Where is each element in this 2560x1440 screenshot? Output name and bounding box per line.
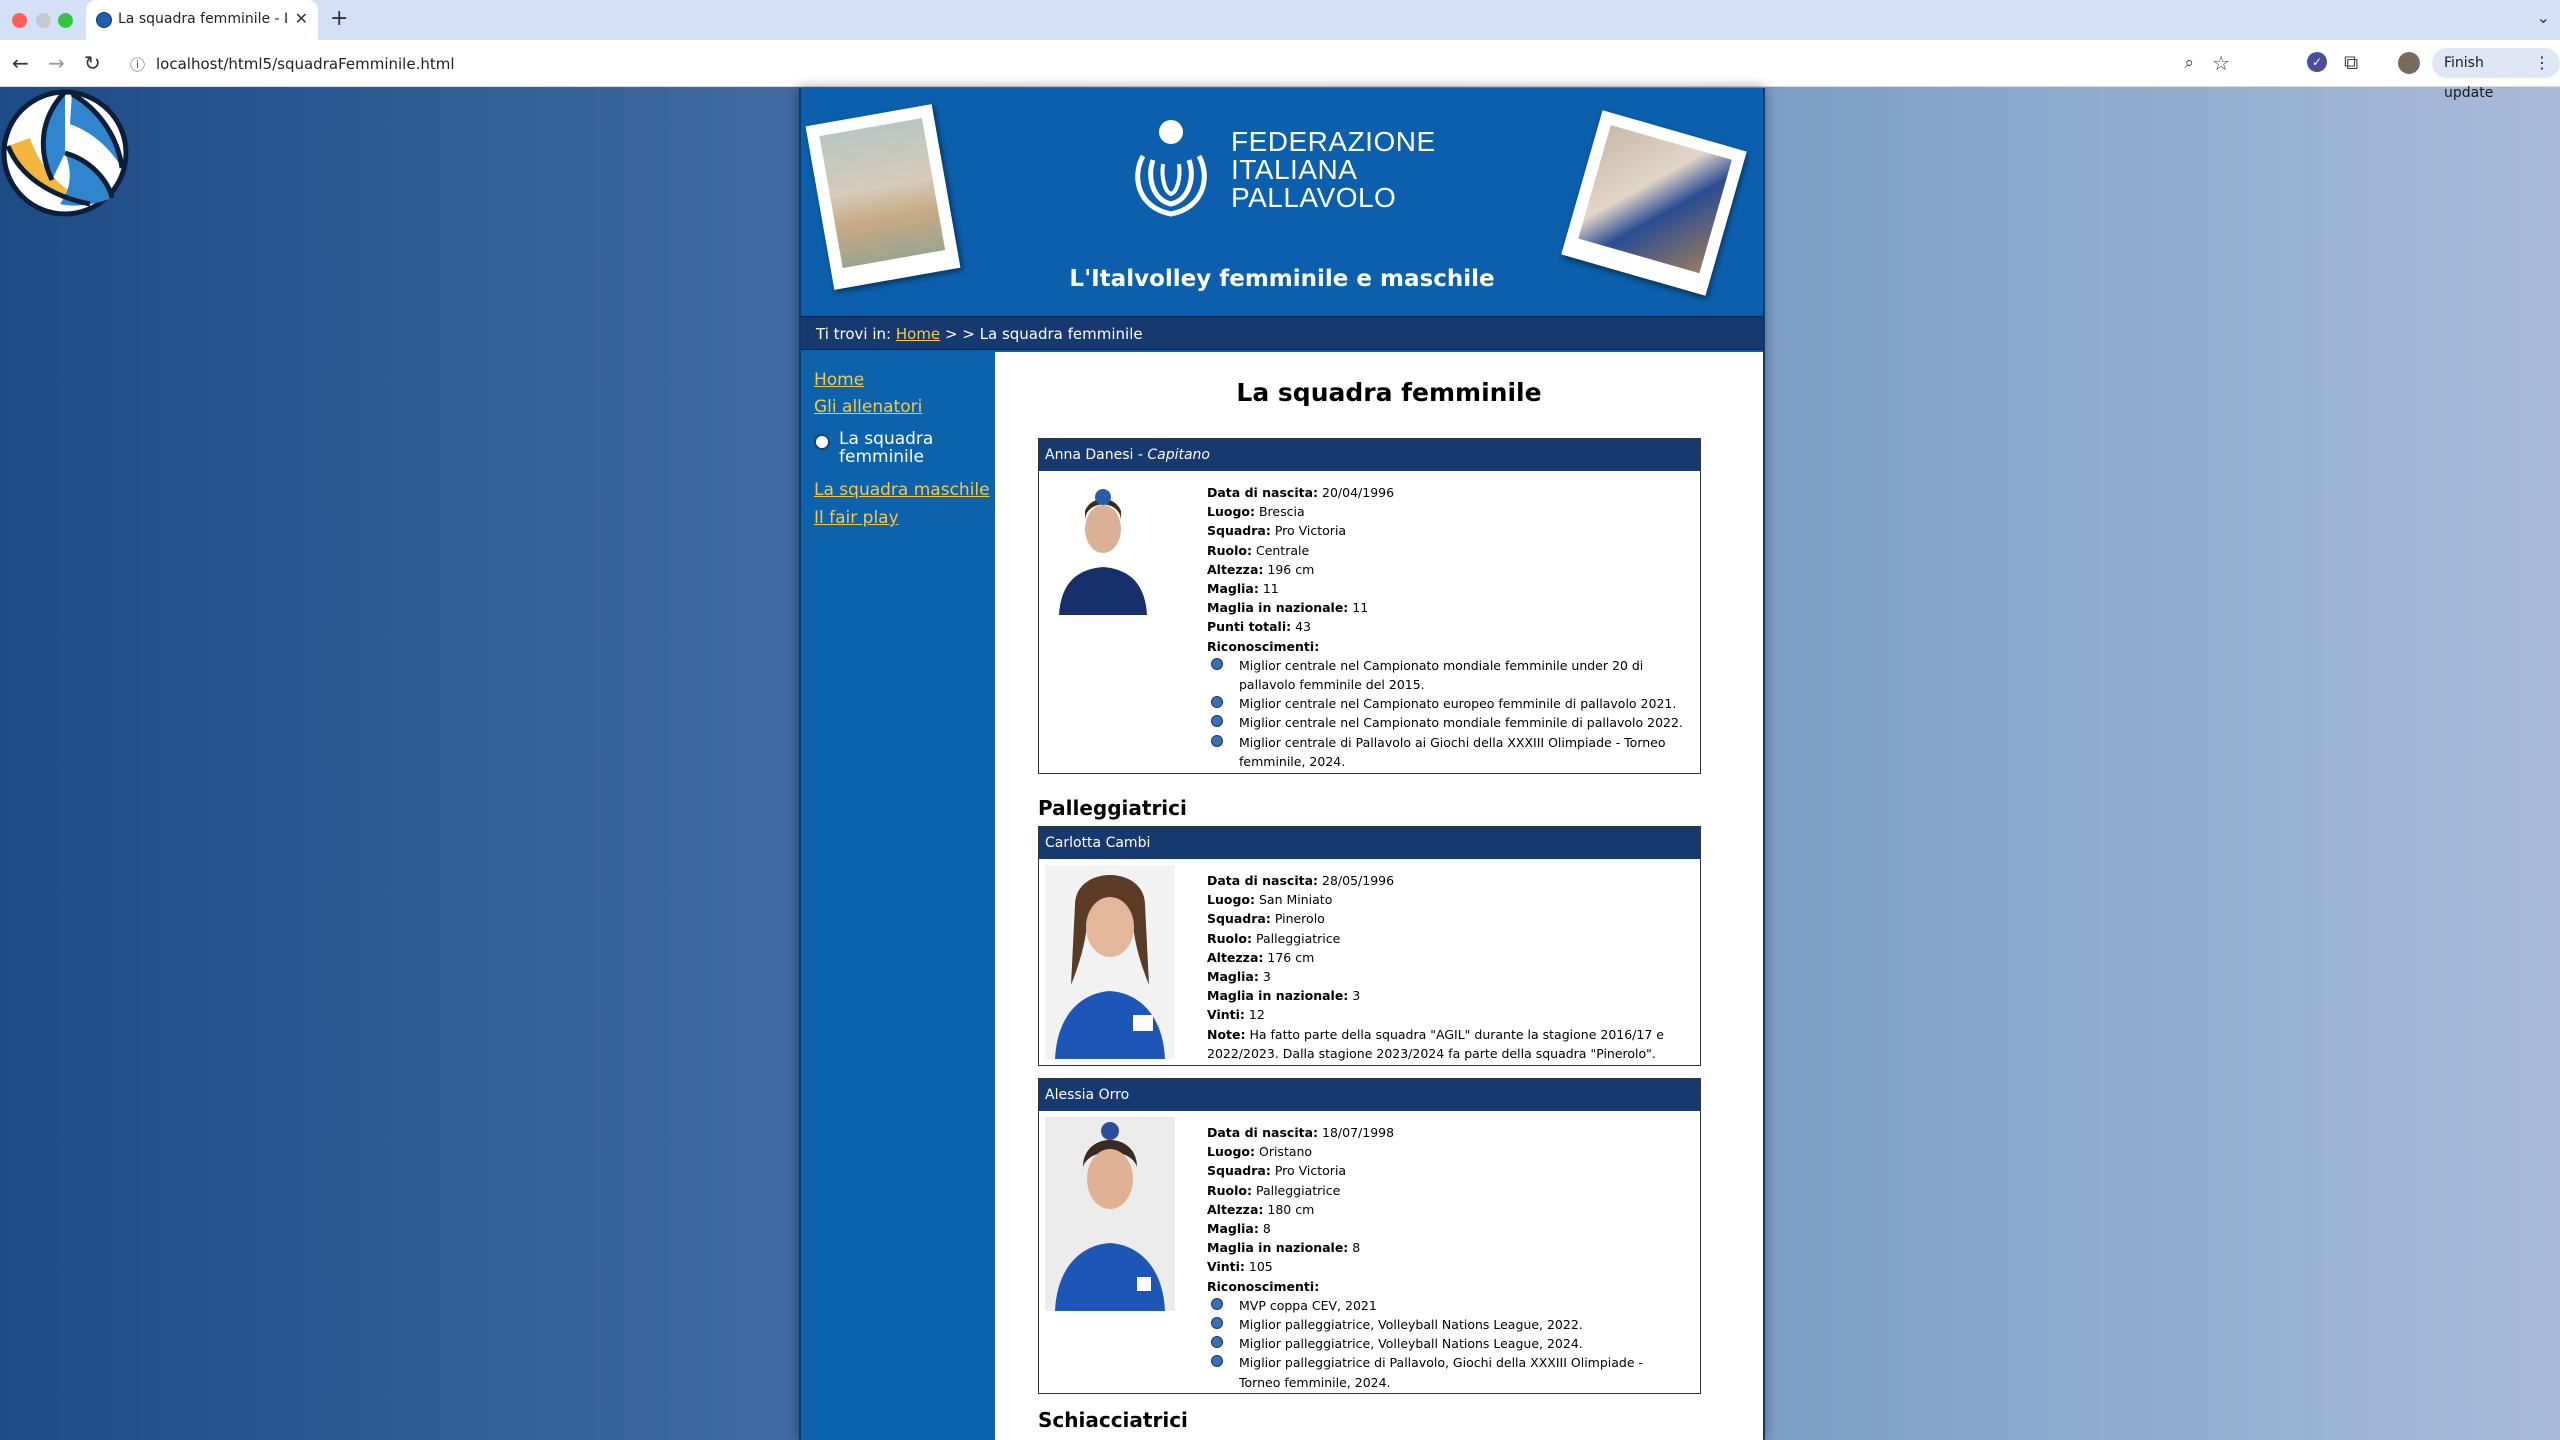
bookmark-star-icon[interactable]: ☆ — [2212, 51, 2230, 75]
breadcrumb-separator: > > — [944, 325, 975, 343]
player-info: Data di nascita: 18/07/1998 Luogo: Orist… — [1207, 1123, 1687, 1392]
award-item: MVP coppa CEV, 2021 — [1211, 1296, 1687, 1315]
player-info: Data di nascita: 20/04/1996 Luogo: Bresc… — [1207, 483, 1687, 771]
sidebar-item-home[interactable]: Home — [814, 370, 864, 390]
award-item: Miglior centrale nel Campionato mondiale… — [1211, 656, 1687, 694]
player-card-header: Carlotta Cambi — [1039, 827, 1700, 859]
close-tab-icon[interactable]: ✕ — [295, 9, 308, 28]
header-photo-left — [805, 104, 961, 290]
player-photo — [1045, 1117, 1175, 1311]
extension-icon[interactable]: ✓ — [2307, 52, 2327, 72]
award-item: Miglior palleggiatrice, Volleyball Natio… — [1211, 1334, 1687, 1353]
minimize-window-button[interactable] — [36, 13, 51, 28]
zoom-icon[interactable]: ⌕ — [2184, 53, 2194, 73]
volleyball-favicon-icon — [96, 12, 112, 28]
awards-list: MVP coppa CEV, 2021 Miglior palleggiatri… — [1207, 1296, 1687, 1392]
profile-avatar[interactable] — [2398, 52, 2420, 74]
browser-toolbar: ← → ↻ ⓘ localhost/html5/squadraFemminile… — [0, 40, 2560, 101]
tab-title: La squadra femminile - Italvo — [118, 11, 288, 27]
reload-icon[interactable]: ↻ — [84, 51, 101, 75]
player-info: Data di nascita: 28/05/1996 Luogo: San M… — [1207, 873, 1664, 1061]
breadcrumb: Ti trovi in: Home > > La squadra femmini… — [801, 316, 1763, 350]
address-bar[interactable]: ⓘ localhost/html5/squadraFemminile.html … — [120, 48, 2270, 80]
player-role-tag: Capitano — [1147, 447, 1210, 463]
federation-line-2: ITALIANA — [1231, 154, 1358, 185]
sidebar-nav: Home Gli allenatori La squadra femminile… — [801, 352, 993, 1440]
award-item: Miglior centrale di Pallavolo ai Giochi … — [1211, 733, 1687, 771]
finish-update-label: Finish update — [2444, 55, 2494, 101]
sidebar-item-fair-play[interactable]: Il fair play — [814, 508, 899, 528]
url-text[interactable]: localhost/html5/squadraFemminile.html — [156, 55, 455, 73]
award-item: Miglior centrale nel Campionato europeo … — [1211, 694, 1687, 713]
awards-list: Miglior centrale nel Campionato mondiale… — [1207, 656, 1687, 771]
browser-tab[interactable]: La squadra femminile - Italvo ✕ — [86, 0, 318, 40]
award-item: Miglior palleggiatrice, Volleyball Natio… — [1211, 1315, 1687, 1334]
sidebar-item-allenatori[interactable]: Gli allenatori — [814, 397, 922, 417]
award-item: Miglior palleggiatrice di Pallavolo, Gio… — [1211, 1353, 1687, 1391]
section-title-schiacciatrici: Schiacciatrici — [1038, 1408, 1188, 1432]
back-arrow-icon[interactable]: ← — [12, 51, 29, 75]
breadcrumb-current: La squadra femminile — [979, 325, 1143, 343]
federation-line-1: FEDERAZIONE — [1231, 126, 1436, 157]
page-title: La squadra femminile — [1236, 378, 1542, 407]
volleyball-logo-icon — [1, 89, 129, 217]
main-content: La squadra femminile Anna Danesi - Capit… — [995, 352, 1763, 1440]
finish-update-button[interactable]: Finish update ⋮ — [2432, 48, 2560, 101]
forward-arrow-icon[interactable]: → — [48, 51, 65, 75]
player-name: Alessia Orro — [1045, 1087, 1130, 1103]
tab-search-chevron-icon[interactable]: ⌄ — [2537, 8, 2550, 27]
player-card-cambi: Carlotta Cambi Data di nascita: 28/05/19… — [1038, 826, 1701, 1066]
breadcrumb-prefix: Ti trovi in: — [816, 325, 892, 343]
player-photo — [1049, 481, 1157, 615]
federation-line-3: PALLAVOLO — [1231, 182, 1397, 213]
player-card-header: Anna Danesi - Capitano — [1039, 439, 1700, 471]
sidebar-item-squadra-maschile[interactable]: La squadra maschile — [814, 480, 990, 500]
fipav-logo-icon — [1135, 120, 1207, 217]
more-menu-icon[interactable]: ⋮ — [2534, 48, 2550, 78]
player-name: Anna Danesi — [1045, 447, 1134, 463]
breadcrumb-home-link[interactable]: Home — [896, 325, 940, 343]
browser-tab-bar: La squadra femminile - Italvo ✕ + ⌄ — [0, 0, 2560, 40]
extensions-puzzle-icon[interactable]: ⧉ — [2344, 50, 2358, 74]
new-tab-icon[interactable]: + — [330, 6, 348, 31]
close-window-button[interactable] — [12, 13, 27, 28]
volleyball-bullet-icon — [814, 434, 830, 450]
maximize-window-button[interactable] — [58, 13, 73, 28]
award-item: Miglior centrale nel Campionato mondiale… — [1211, 713, 1687, 732]
sidebar-current-label: La squadra femminile — [839, 429, 934, 467]
site-header: FEDERAZIONE ITALIANA PALLAVOLO L'Italvol… — [801, 88, 1763, 316]
site-subtitle: L'Italvolley femminile e maschile — [1069, 266, 1495, 292]
federation-name: FEDERAZIONE ITALIANA PALLAVOLO — [1231, 128, 1436, 212]
player-name: Carlotta Cambi — [1045, 835, 1151, 851]
player-card-danesi: Anna Danesi - Capitano Data di nascita: … — [1038, 438, 1701, 774]
player-card-orro: Alessia Orro Data di nascita: 18/07/1998… — [1038, 1078, 1701, 1394]
player-photo — [1045, 865, 1175, 1059]
site-info-icon[interactable]: ⓘ — [130, 54, 145, 75]
page-container: FEDERAZIONE ITALIANA PALLAVOLO L'Italvol… — [799, 88, 1765, 1440]
section-title-palleggiatrici: Palleggiatrici — [1038, 796, 1187, 820]
player-card-header: Alessia Orro — [1039, 1079, 1700, 1111]
